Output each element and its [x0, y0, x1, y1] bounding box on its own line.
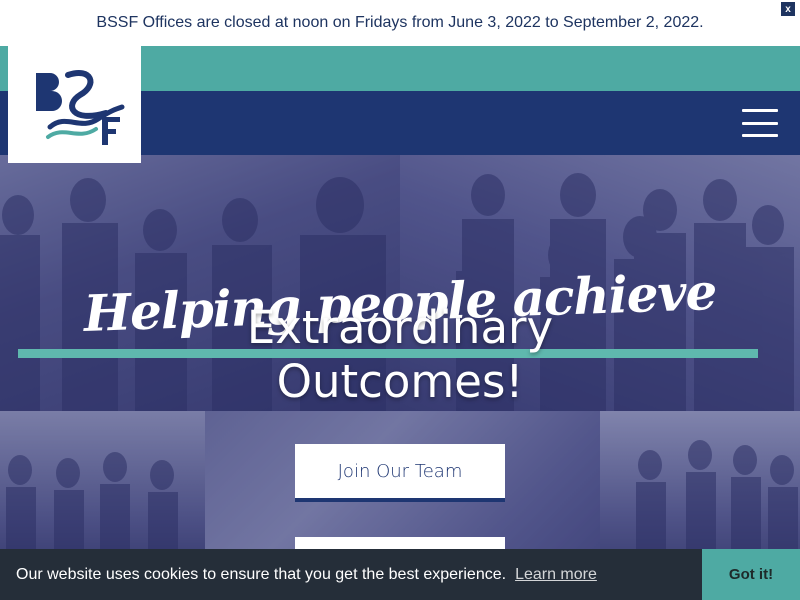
bssf-logo [35, 69, 124, 145]
hamburger-menu-icon[interactable] [742, 109, 778, 137]
announcement-bar: BSSF Offices are closed at noon on Frida… [0, 0, 800, 46]
learn-more-link[interactable]: Learn more [515, 566, 597, 584]
join-our-team-button[interactable]: Join Our Team [295, 444, 505, 502]
site-logo[interactable] [8, 46, 141, 163]
hamburger-bar [742, 121, 778, 125]
headline-line: Extraordinary [246, 301, 554, 354]
announcement-text: BSSF Offices are closed at noon on Frida… [96, 14, 704, 31]
headline-line: Outcomes! [276, 355, 524, 408]
hamburger-bar [742, 109, 778, 112]
hero-headline: Extraordinary Outcomes! [0, 301, 800, 409]
hamburger-bar [742, 134, 778, 137]
close-label: x [785, 3, 791, 15]
hero-section: Helping people achieve Extraordinary Out… [0, 155, 800, 600]
cookie-message: Our website uses cookies to ensure that … [16, 565, 507, 583]
got-it-button[interactable]: Got it! [702, 549, 800, 600]
close-icon[interactable]: x [781, 2, 795, 16]
cookie-banner: Our website uses cookies to ensure that … [0, 549, 800, 600]
